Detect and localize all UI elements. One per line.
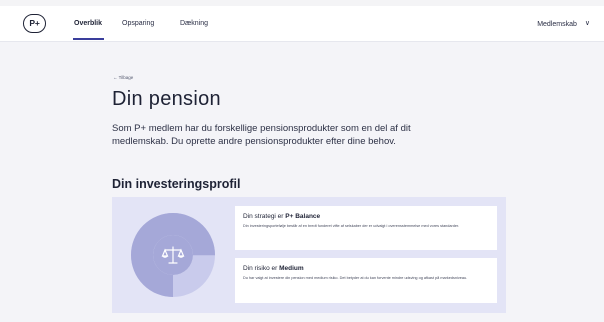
active-tab-indicator xyxy=(73,38,104,40)
strategy-card: Din strategi er P+ Balance Din investeri… xyxy=(235,206,497,250)
risk-value: Medium xyxy=(279,265,304,272)
membership-label: Medlemskab xyxy=(537,21,577,28)
risk-prefix: Din risiko er xyxy=(243,265,280,272)
risk-title: Din risiko er Medium xyxy=(243,264,497,273)
pplus-logo[interactable]: P+ xyxy=(23,14,46,33)
investment-profile-panel: Din strategi er P+ Balance Din investeri… xyxy=(112,197,506,313)
chevron-down-icon: ∨ xyxy=(584,20,590,27)
top-navigation: P+ Overblik Opsparing Dækning Medlemskab… xyxy=(0,6,604,42)
main-content: ← Tilbage Din pension Som P+ medlem har … xyxy=(0,42,604,322)
intro-text: Som P+ medlem har du forskellige pension… xyxy=(112,123,411,147)
nav-tab-daekning[interactable]: Dækning xyxy=(180,20,208,27)
strategy-value: P+ Balance xyxy=(285,213,321,220)
risk-card: Din risiko er Medium Du har valgt at inv… xyxy=(235,258,497,303)
strategy-prefix: Din strategi er xyxy=(243,213,286,220)
page-title: Din pension xyxy=(112,88,221,110)
membership-menu[interactable]: Medlemskab ∨ xyxy=(537,20,590,28)
strategy-description: Din investeringsportefølje består af en … xyxy=(243,224,460,228)
risk-description: Du har valgt at investere din pension me… xyxy=(243,276,468,280)
nav-tab-overblik[interactable]: Overblik xyxy=(74,20,102,27)
back-link[interactable]: ← Tilbage xyxy=(113,75,133,80)
nav-tab-opsparing[interactable]: Opsparing xyxy=(122,20,154,27)
investment-profile-heading: Din investeringsprofil xyxy=(112,177,241,191)
strategy-title: Din strategi er P+ Balance xyxy=(243,212,497,221)
risk-donut-chart xyxy=(131,213,215,297)
